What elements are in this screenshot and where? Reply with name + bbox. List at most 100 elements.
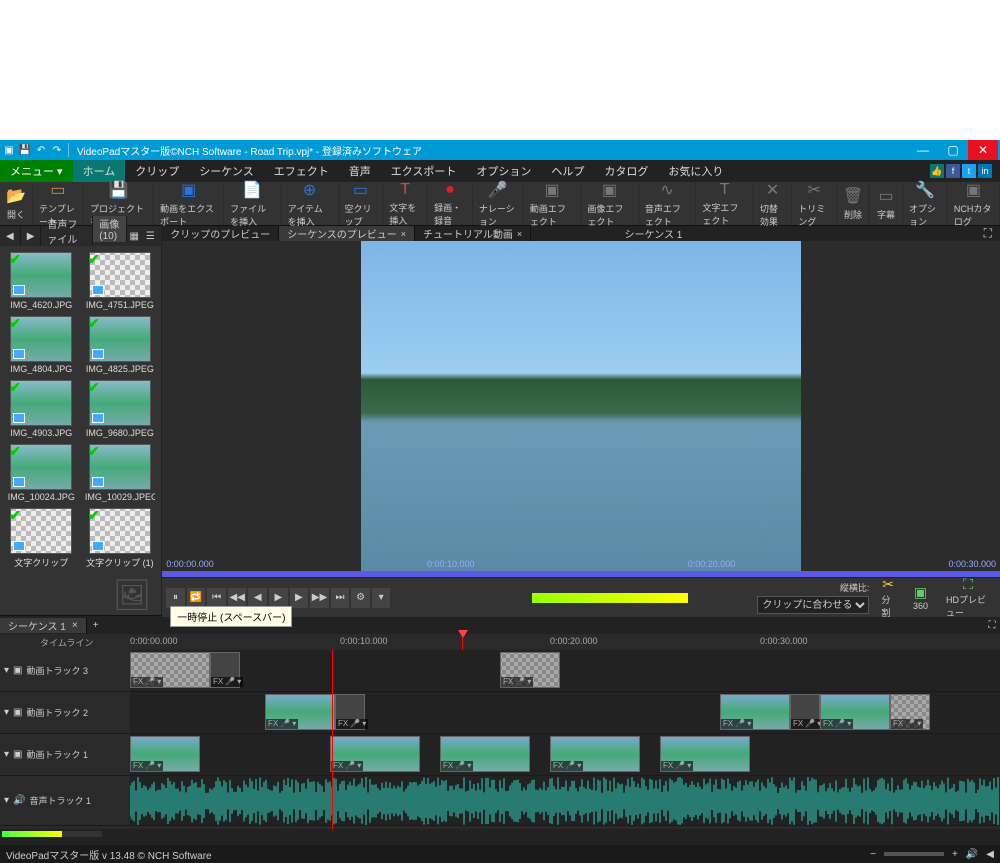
next-frame-button[interactable]: ▶▶	[310, 588, 329, 608]
clip[interactable]: FX🎤▾	[500, 652, 560, 688]
transport-dropdown[interactable]: ▾	[372, 588, 391, 608]
clip[interactable]: FX🎤▾	[210, 652, 240, 688]
rotate-button[interactable]: ▣360	[907, 584, 934, 611]
qat-save-icon[interactable]: 💾	[18, 143, 32, 157]
clip[interactable]: FX🎤▾	[890, 694, 930, 730]
close-button[interactable]: ✕	[968, 140, 998, 160]
bin-view-grid-icon[interactable]: ▦	[127, 229, 141, 243]
bin-item[interactable]: ✔IMG_4620.JPG	[6, 252, 77, 310]
timeline-scrollbar[interactable]	[0, 829, 1000, 845]
bin-item[interactable]: ✔IMG_10029.JPEG	[85, 444, 156, 502]
facebook-icon[interactable]: f	[946, 164, 960, 178]
bin-item[interactable]: ✔文字クリップ	[6, 508, 77, 569]
loop-button[interactable]: 🔁	[187, 588, 206, 608]
ribbon-文字を挿入[interactable]: T文字を挿入	[383, 182, 428, 225]
clip[interactable]: FX🎤▾	[550, 736, 640, 772]
ribbon-録画・録音[interactable]: ●録画・録音	[428, 182, 473, 225]
play-button[interactable]: ▶	[269, 588, 288, 608]
playhead-line[interactable]	[332, 650, 333, 829]
ribbon-オプション[interactable]: 🔧オプション	[903, 182, 948, 225]
sequence-tab[interactable]: シーケンス 1×	[0, 618, 87, 633]
qat-undo-icon[interactable]: ↶	[34, 143, 48, 157]
clip[interactable]: FX🎤▾	[130, 736, 200, 772]
clip[interactable]: FX🎤▾	[130, 652, 210, 688]
track-collapse-icon[interactable]: ▾	[4, 749, 9, 760]
track-visibility-icon[interactable]: ▣	[13, 749, 22, 760]
bin-item[interactable]: ✔文字クリップ (1)	[85, 508, 156, 569]
fullscreen-icon[interactable]: ⛶	[976, 226, 1000, 241]
bin-view-list-icon[interactable]: ☰	[143, 229, 157, 243]
step-back-button[interactable]: ◀	[248, 588, 267, 608]
preview-canvas[interactable]	[162, 241, 1000, 571]
clip[interactable]: FX🎤▾	[720, 694, 790, 730]
maximize-button[interactable]: ▢	[938, 140, 968, 160]
thumbs-up-icon[interactable]: 👍	[930, 164, 944, 178]
clip[interactable]: FX🎤▾	[440, 736, 530, 772]
ribbon-字幕[interactable]: ▭字幕	[870, 182, 903, 225]
ribbon-音声エフェクト[interactable]: ∿音声エフェクト	[639, 182, 697, 225]
menu-tab-5[interactable]: エクスポート	[381, 160, 467, 182]
preview-tab-0[interactable]: クリップのプレビュー	[162, 226, 279, 241]
ribbon-動画エフェクト[interactable]: ▣動画エフェクト	[524, 182, 582, 225]
bin-nav-prev[interactable]: ◀	[0, 226, 21, 246]
ribbon-文字エフェクト[interactable]: T文字エフェクト	[696, 182, 754, 225]
minimize-button[interactable]: —	[908, 140, 938, 160]
bin-item[interactable]: ✔IMG_4903.JPG	[6, 380, 77, 438]
clip[interactable]: FX🎤▾	[820, 694, 890, 730]
bin-item[interactable]: ✔IMG_4804.JPG	[6, 316, 77, 374]
ribbon-ファイルを挿入[interactable]: 📄ファイルを挿入	[224, 182, 282, 225]
clip[interactable]: FX🎤▾	[330, 736, 420, 772]
clip[interactable]: FX🎤▾	[335, 694, 365, 730]
prev-frame-button[interactable]: ◀◀	[228, 588, 247, 608]
track-visibility-icon[interactable]: 🔊	[13, 795, 25, 806]
ribbon-動画をエクスポート[interactable]: ▣動画をエクスポート	[154, 182, 224, 225]
ribbon-NCHカタログ[interactable]: ▣NCHカタログ	[948, 182, 1000, 225]
preview-tab-2[interactable]: チュートリアル動画×	[415, 226, 531, 241]
bin-item[interactable]: ✔IMG_9680.JPEG	[85, 380, 156, 438]
goto-end-button[interactable]: ⏭	[331, 588, 350, 608]
settings-button[interactable]: ⚙	[351, 588, 370, 608]
ribbon-削除[interactable]: 🗑削除	[837, 182, 870, 225]
volume-icon[interactable]: 🔊	[966, 849, 978, 860]
bin-nav-next[interactable]: ▶	[21, 226, 42, 246]
ribbon-開く[interactable]: 📂開く	[0, 182, 33, 225]
clip[interactable]: FX🎤▾	[265, 694, 335, 730]
zoom-in-icon[interactable]: +	[952, 849, 958, 860]
ribbon-トリミング[interactable]: ✂トリミング	[792, 182, 837, 225]
track-visibility-icon[interactable]: ▣	[13, 707, 22, 718]
timeline-expand-icon[interactable]: ⛶	[984, 617, 1000, 633]
timeline-scale[interactable]: 0:00:00.0000:00:10.0000:00:20.0000:00:30…	[130, 634, 1000, 650]
ribbon-画像エフェクト[interactable]: ▣画像エフェクト	[581, 182, 639, 225]
step-forward-button[interactable]: ▶	[290, 588, 309, 608]
linkedin-icon[interactable]: in	[978, 164, 992, 178]
clip[interactable]: FX🎤▾	[790, 694, 820, 730]
preview-tab-1[interactable]: シーケンスのプレビュー×	[279, 226, 415, 241]
track-collapse-icon[interactable]: ▾	[4, 795, 9, 806]
track-collapse-icon[interactable]: ▾	[4, 707, 9, 718]
track-body[interactable]: FX🎤▾FX🎤▾FX🎤▾	[130, 650, 1000, 691]
track-body[interactable]	[130, 776, 1000, 825]
twitter-icon[interactable]: t	[962, 164, 976, 178]
ribbon-アイテムを挿入[interactable]: ⊕アイテムを挿入	[282, 182, 339, 225]
ribbon-空クリップ[interactable]: ▭空クリップ	[339, 182, 384, 225]
bin-item[interactable]: ✔IMG_4825.JPEG	[85, 316, 156, 374]
playhead[interactable]	[462, 634, 463, 650]
pause-button[interactable]: ⏸	[166, 588, 185, 608]
zoom-out-icon[interactable]: −	[870, 849, 876, 860]
ribbon-切替効果[interactable]: ✕切替効果	[754, 182, 792, 225]
add-sequence-button[interactable]: +	[87, 620, 105, 631]
track-body[interactable]: FX🎤▾ FX🎤▾ FX🎤▾ FX🎤▾ FX🎤▾	[130, 734, 1000, 775]
bin-item[interactable]: ✔IMG_4751.JPEG	[85, 252, 156, 310]
hd-preview-button[interactable]: ⛶HDプレビュー	[940, 576, 996, 619]
qat-redo-icon[interactable]: ↷	[50, 143, 64, 157]
clip[interactable]: FX🎤▾	[660, 736, 750, 772]
track-body[interactable]: FX🎤▾FX🎤▾FX🎤▾FX🎤▾FX🎤▾FX🎤▾	[130, 692, 1000, 733]
goto-start-button[interactable]: ⏮	[207, 588, 226, 608]
bin-tab-画像[interactable]: 画像 (10)	[93, 216, 127, 242]
track-visibility-icon[interactable]: ▣	[13, 665, 22, 676]
track-collapse-icon[interactable]: ▾	[4, 665, 9, 676]
zoom-slider[interactable]	[884, 852, 944, 856]
aspect-select[interactable]: クリップに合わせる	[757, 596, 869, 614]
ribbon-ナレーション[interactable]: 🎤ナレーション	[473, 182, 524, 225]
split-button[interactable]: ✂分割	[875, 576, 901, 619]
